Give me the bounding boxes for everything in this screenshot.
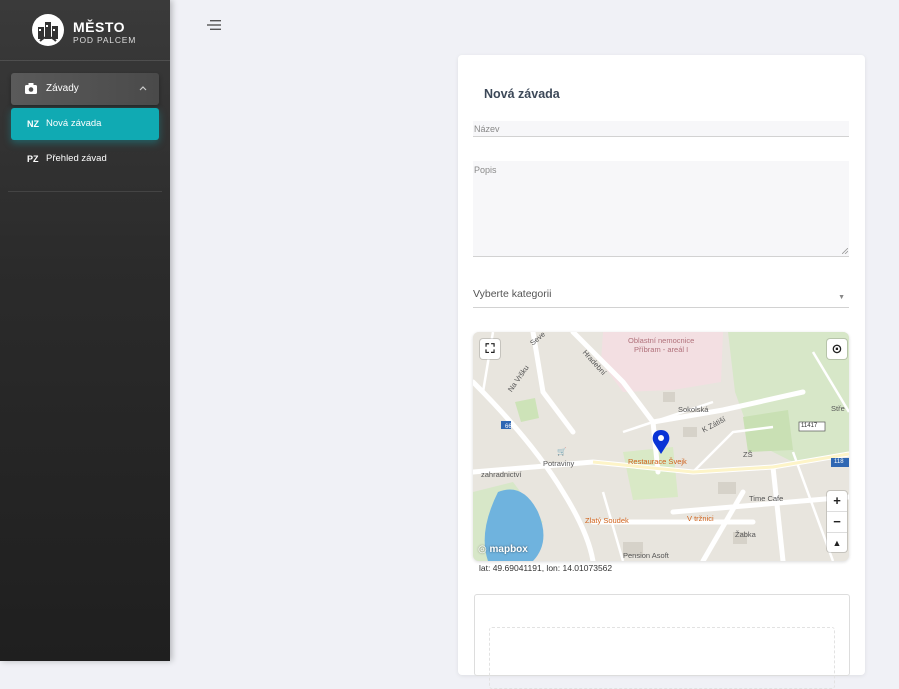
sidebar-item-abbr: PZ (27, 154, 39, 164)
sidebar-item-nova-zavada[interactable]: NZ Nová závada (11, 108, 159, 140)
compass-button[interactable]: ▲ (827, 533, 847, 553)
zoom-in-button[interactable]: + (827, 491, 847, 512)
grocery-icon: 🛒 (557, 447, 567, 456)
sidebar-item-label: Nová závada (46, 118, 102, 129)
mapbox-attribution: mapbox (489, 544, 528, 555)
zoom-out-button[interactable]: − (827, 512, 847, 533)
sidebar-group-label: Závady (46, 83, 79, 94)
description-label: Popis (474, 165, 497, 175)
geolocate-button[interactable]: ⊙ (827, 339, 847, 359)
upload-area (474, 594, 850, 689)
sidebar-item-prehled-zavad[interactable]: PZ Přehled závad (11, 143, 159, 175)
mapbox-logo[interactable]: ◎ mapbox (478, 544, 528, 555)
sidebar-divider (8, 191, 162, 192)
dropzone[interactable] (489, 627, 835, 689)
resize-handle-icon[interactable] (842, 248, 848, 254)
sidebar: MĚSTO POD PALCEM Závady NZ Nová závada P… (0, 0, 170, 661)
map-label-pension: Pension Asoft (623, 551, 669, 560)
logo-subtitle: POD PALCEM (73, 35, 137, 45)
page-title: Nová závada (484, 87, 560, 101)
map-label-stre: Stře (831, 404, 845, 413)
road-shield-11417: 11417 (801, 423, 818, 429)
coordinates-text: lat: 49.69041191, lon: 14.01073562 (479, 563, 613, 573)
fullscreen-button[interactable]: ⛶ (480, 339, 500, 359)
name-field[interactable]: Název (473, 121, 849, 137)
road-shield-66: 66 (505, 424, 512, 430)
location-map[interactable]: 66 11417 118 Oblastní nemocnice Příbram -… (473, 332, 849, 561)
map-label-time-cafe: Time Cafe (749, 494, 784, 503)
map-label-potraviny: Potraviny (543, 459, 575, 468)
map-label-zahradnictvi: zahradnictví (481, 470, 522, 479)
map-label-zabka: Žabka (735, 530, 756, 539)
sidebar-item-label: Přehled závad (46, 153, 107, 164)
map-label-restaurace: Restaurace Švejk (628, 457, 687, 466)
menu-toggle-icon[interactable] (207, 20, 221, 30)
sidebar-group-zavady[interactable]: Závady (11, 73, 159, 105)
category-select[interactable]: Vyberte kategorii ▼ (473, 288, 849, 308)
map-label-sokolska: Sokolská (678, 405, 709, 414)
city-logo-icon (32, 14, 64, 46)
zoom-controls: + − ▲ (827, 491, 847, 552)
dropdown-caret-icon: ▼ (838, 294, 845, 301)
map-canvas (473, 332, 849, 561)
logo-title: MĚSTO (73, 19, 126, 35)
camera-icon (25, 83, 37, 94)
map-label-zlaty-soudek: Zlatý Soudek (585, 516, 629, 525)
map-label-v-trznici: V tržnici (687, 514, 714, 523)
description-field[interactable]: Popis (473, 161, 849, 257)
road-shield-118: 118 (834, 459, 844, 465)
name-label: Název (474, 124, 500, 134)
new-defect-card: Nová závada Název Popis Vyberte kategori… (458, 55, 865, 675)
chevron-up-icon (139, 86, 147, 91)
map-label-zs: ZŠ (743, 450, 753, 459)
map-label-hospital: Oblastní nemocnice Příbram - areál I (628, 336, 695, 354)
category-placeholder: Vyberte kategorii (473, 288, 552, 300)
logo[interactable]: MĚSTO POD PALCEM (0, 0, 170, 61)
sidebar-item-abbr: NZ (27, 119, 39, 129)
